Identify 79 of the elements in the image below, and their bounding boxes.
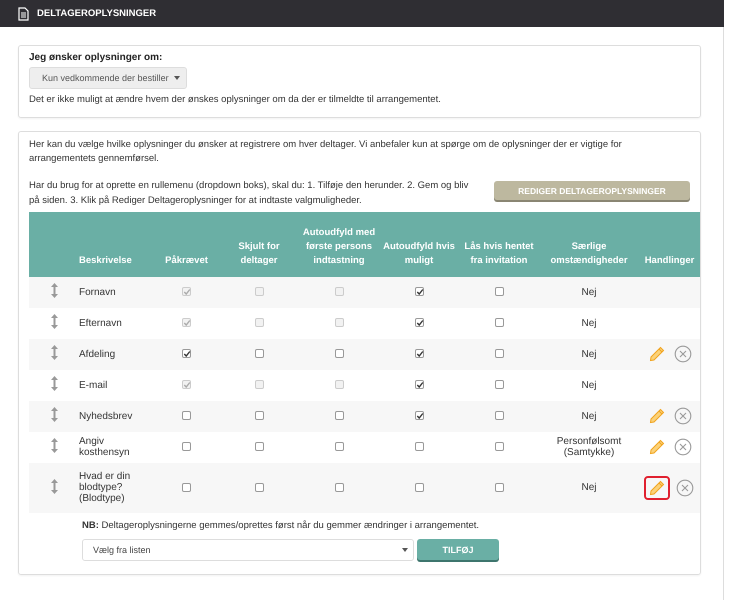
column-header: Autoudfyld med første persons indtastning	[302, 226, 376, 268]
checkbox[interactable]	[494, 287, 504, 296]
special-circumstance: Nej	[581, 380, 596, 391]
column-header: Lås hvis hentet fra invitation	[463, 240, 535, 268]
checkbox[interactable]	[182, 442, 191, 452]
note-text: Det er ikke muligt at ændre hvem der ønskes oplysninger om da der er tilmeldte til arrangementet.	[29, 93, 442, 107]
checkbox[interactable]	[414, 287, 424, 296]
checkbox[interactable]	[494, 318, 504, 328]
dropdown-caret-icon	[402, 548, 408, 552]
field-description: E-mail	[79, 380, 108, 391]
checkbox[interactable]	[334, 349, 344, 358]
close-icon	[674, 438, 692, 456]
checkbox[interactable]	[334, 442, 344, 452]
delete-button[interactable]	[672, 436, 694, 458]
drag-handle-icon[interactable]	[50, 376, 58, 392]
checkbox[interactable]	[494, 380, 504, 390]
checkbox[interactable]	[254, 482, 264, 492]
dropdown-caret-icon	[174, 76, 180, 80]
pencil-icon	[648, 439, 664, 456]
checkbox[interactable]	[494, 482, 504, 492]
column-header: Beskrivelse	[79, 254, 132, 268]
close-icon	[674, 407, 692, 426]
nb-note: NB: Deltageroplysningerne gemmes/oprettes først når du gemmer ændringer i arrangementet.	[81, 518, 480, 533]
drag-handle-icon[interactable]	[50, 314, 58, 330]
delete-button[interactable]	[672, 343, 694, 366]
special-circumstance: Nej	[581, 482, 596, 494]
close-icon	[676, 478, 694, 497]
field-description: Fornavn	[79, 286, 116, 298]
field-description: Angiv kosthensyn	[79, 436, 130, 458]
recipient-select[interactable]: Kun vedkommende der bestiller	[29, 67, 187, 89]
intro-text: Her kan du vælge hvilke oplysninger du ønsker at registrere om hver deltager. Vi anbefaler kun at spørge om de oplysninger der er vigtige for arrangementets gennemførsel.	[29, 138, 623, 166]
checkbox[interactable]	[254, 442, 264, 452]
pencil-icon	[648, 408, 664, 424]
checkbox[interactable]	[182, 411, 191, 420]
column-header: Skjult for deltager	[237, 240, 281, 268]
column-header: Autoudfyld hvis muligt	[382, 240, 456, 268]
delete-button[interactable]	[674, 476, 696, 499]
checkbox[interactable]	[494, 349, 504, 358]
column-header: Påkrævet	[165, 254, 208, 268]
special-circumstance: Nej	[581, 286, 596, 298]
checkbox[interactable]	[494, 442, 504, 452]
drag-handle-icon[interactable]	[50, 478, 58, 494]
checkbox[interactable]	[414, 442, 424, 452]
pencil-icon	[648, 346, 664, 362]
checkbox[interactable]	[414, 349, 424, 358]
drag-handle-icon[interactable]	[50, 438, 58, 454]
special-circumstance: Nej	[581, 410, 596, 422]
field-select[interactable]: Vælg fra listen	[82, 539, 414, 562]
close-icon	[674, 345, 692, 364]
special-circumstance: Nej	[581, 348, 596, 360]
checkbox[interactable]	[334, 482, 344, 492]
column-header: Handlinger	[644, 254, 694, 268]
checkbox[interactable]	[254, 411, 264, 420]
field-label: Jeg ønsker oplysninger om:	[29, 52, 164, 63]
checkbox[interactable]	[254, 349, 264, 358]
field-description: Efternavn	[79, 318, 122, 329]
special-circumstance: Personfølsomt (Samtykke)	[556, 436, 622, 458]
checkbox[interactable]	[182, 482, 191, 492]
edit-button[interactable]	[644, 476, 670, 500]
help-text: Har du brug for at oprette en rullemenu (dropdown boks), skal du: 1. Tilføje den herunder. 2. Gem og bliv på siden. 3. Klik på Rediger Deltageroplysninger for at indtaste valgmuligheder.	[29, 179, 470, 208]
column-header: Særlige omstændigheder	[549, 240, 629, 268]
section-title: DELTAGEROPLYSNINGER	[37, 8, 156, 19]
field-description: Afdeling	[79, 348, 116, 360]
special-circumstance: Nej	[581, 318, 596, 329]
checkbox[interactable]	[414, 318, 424, 328]
checkbox[interactable]	[414, 482, 424, 492]
field-description: Hvad er din blodtype? (Blodtype)	[79, 471, 130, 504]
checkbox[interactable]	[414, 380, 424, 390]
drag-handle-icon[interactable]	[50, 407, 58, 422]
document-icon	[18, 6, 29, 20]
pencil-icon	[648, 480, 664, 496]
checkbox[interactable]	[182, 349, 191, 358]
drag-handle-icon[interactable]	[50, 345, 58, 360]
drag-handle-icon[interactable]	[50, 283, 58, 298]
delete-button[interactable]	[672, 405, 694, 428]
field-description: Nyhedsbrev	[79, 410, 132, 422]
checkbox[interactable]	[494, 411, 504, 420]
checkbox[interactable]	[414, 411, 424, 420]
checkbox[interactable]	[334, 411, 344, 420]
